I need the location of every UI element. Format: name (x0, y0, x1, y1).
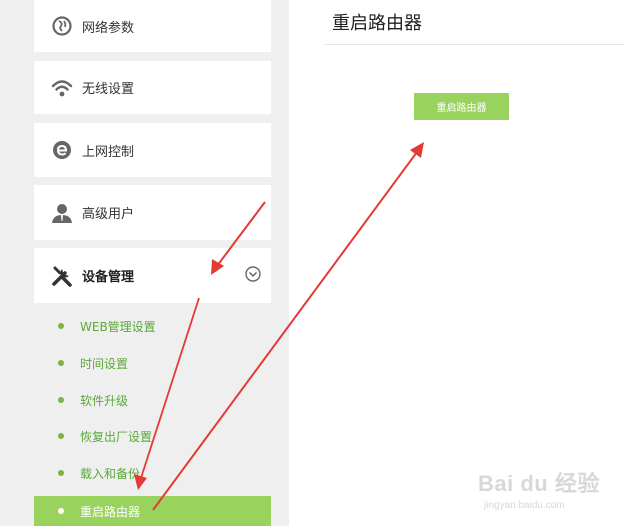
submenu-item-load-backup[interactable]: 载入和备份 (34, 458, 271, 488)
bullet-dot-icon (58, 360, 64, 366)
menu-item-label: 网络参数 (82, 20, 135, 36)
submenu-item-label: 载入和备份 (80, 466, 141, 481)
bullet-dot-icon (58, 433, 64, 439)
tools-icon (51, 265, 73, 287)
title-divider (324, 44, 624, 45)
sidebar: 网络参数 无线设置 上网控制 高级用户 设备管理 WEB管理设置 时间设置 软件… (0, 0, 289, 526)
submenu-item-firmware-upgrade[interactable]: 软件升级 (34, 385, 271, 415)
bullet-dot-icon (58, 323, 64, 329)
reboot-router-button[interactable]: 重启路由器 (414, 93, 509, 120)
submenu-item-label: WEB管理设置 (80, 319, 156, 334)
bullet-dot-icon (58, 508, 64, 514)
watermark-url: jingyan.baidu.com (484, 500, 565, 511)
submenu-item-label: 软件升级 (80, 393, 129, 408)
menu-item-label: 高级用户 (82, 207, 135, 222)
menu-item-label: 无线设置 (82, 82, 135, 97)
submenu-item-web-management[interactable]: WEB管理设置 (34, 311, 271, 341)
menu-item-wireless-settings[interactable]: 无线设置 (34, 61, 271, 114)
page-title: 重启路由器 (332, 13, 422, 34)
bullet-dot-icon (58, 397, 64, 403)
submenu-item-label: 重启路由器 (80, 504, 141, 519)
browser-e-icon (51, 139, 73, 161)
menu-item-label: 设备管理 (82, 270, 135, 285)
wifi-icon (51, 77, 73, 99)
watermark-brand: Bai du 经验 (478, 471, 600, 496)
submenu-item-time-settings[interactable]: 时间设置 (34, 348, 271, 378)
submenu-item-factory-reset[interactable]: 恢复出厂设置 (34, 421, 271, 451)
menu-item-label: 上网控制 (82, 144, 135, 160)
menu-item-internet-control[interactable]: 上网控制 (34, 123, 271, 177)
bullet-dot-icon (58, 470, 64, 476)
user-icon (51, 202, 73, 224)
submenu-item-reboot-router[interactable]: 重启路由器 (34, 496, 271, 526)
globe-icon (51, 15, 73, 37)
chevron-down-icon[interactable] (245, 266, 261, 282)
menu-item-advanced-user[interactable]: 高级用户 (34, 185, 271, 240)
submenu-item-label: 时间设置 (80, 356, 129, 371)
menu-item-device-management[interactable]: 设备管理 (34, 248, 271, 303)
submenu-item-label: 恢复出厂设置 (80, 429, 153, 444)
menu-item-network-params[interactable]: 网络参数 (34, 0, 271, 52)
baidu-watermark: Bai du 经验 jingyan.baidu.com (478, 466, 618, 522)
